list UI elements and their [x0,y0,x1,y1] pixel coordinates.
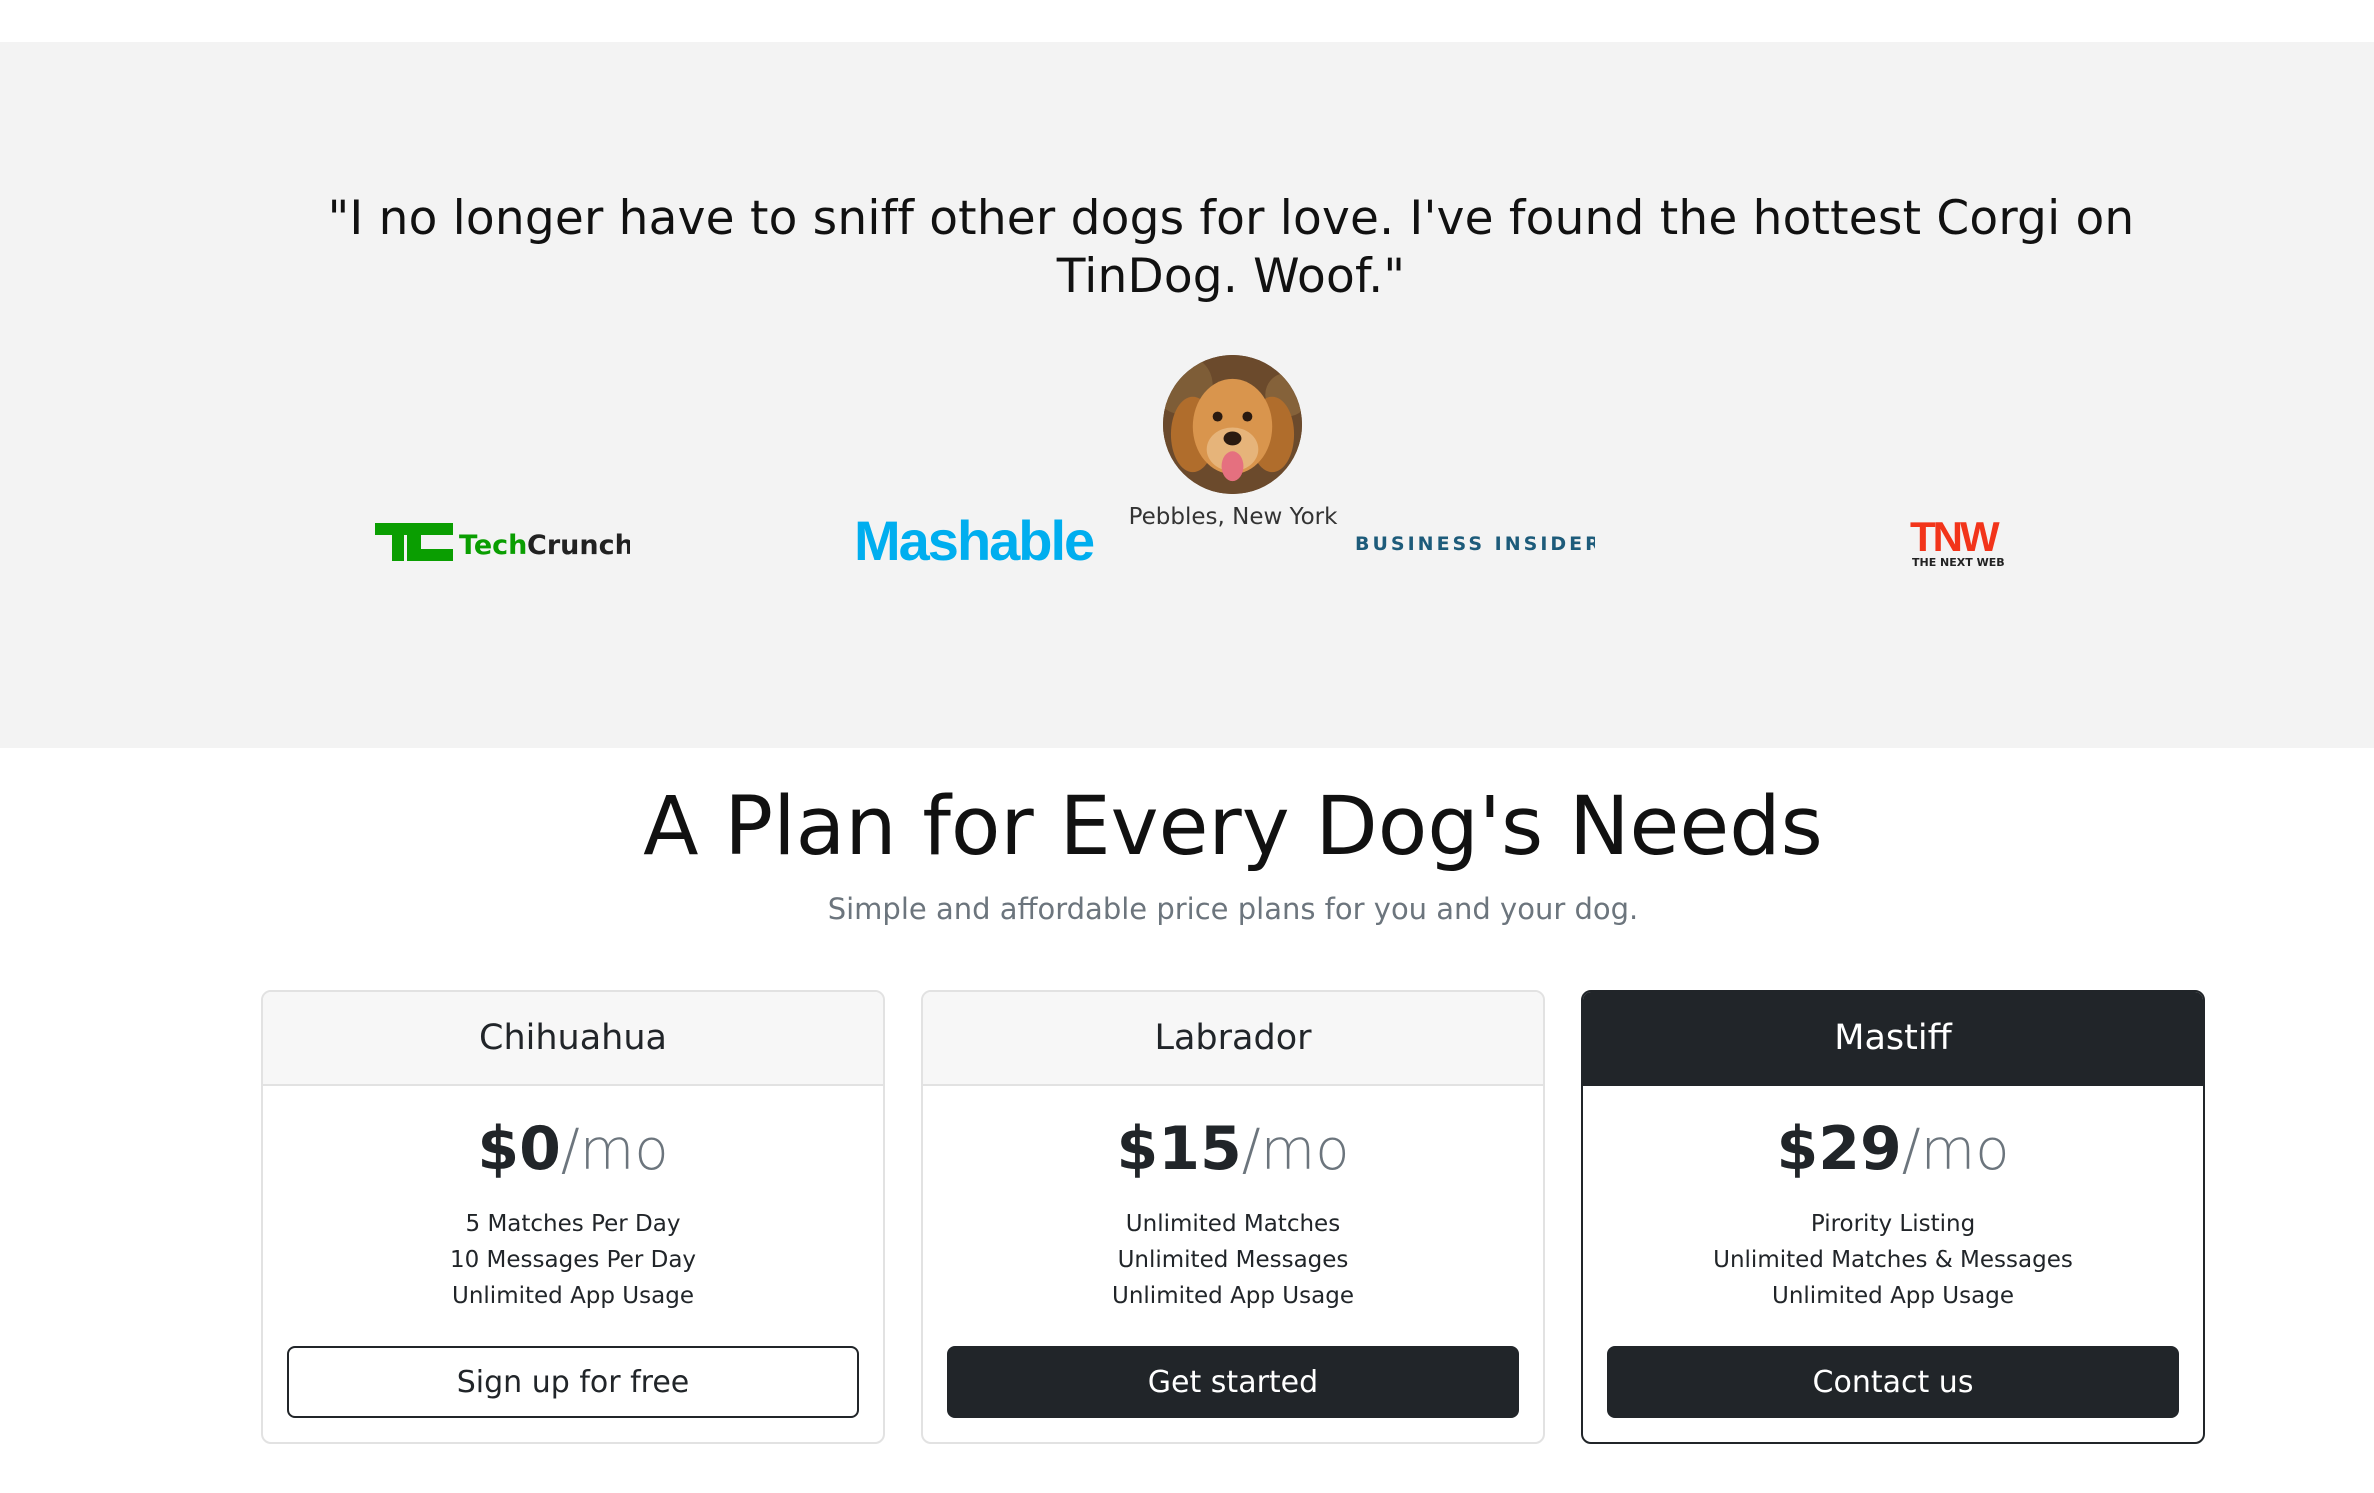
plan-price: $0/mo [263,1114,883,1186]
plan-card-labrador: Labrador $15/mo Unlimited Matches Unlimi… [921,990,1545,1444]
plan-name: Labrador [923,992,1543,1086]
plan-card-chihuahua: Chihuahua $0/mo 5 Matches Per Day 10 Mes… [261,990,885,1444]
plan-name: Mastiff [1583,992,2203,1086]
pricing-title: A Plan for Every Dog's Needs [643,780,1823,874]
plan-features: 5 Matches Per Day 10 Messages Per Day Un… [263,1206,883,1314]
plan-features: Unlimited Matches Unlimited Messages Unl… [923,1206,1543,1314]
golden-retriever-image [1163,355,1302,494]
plan-feature: Unlimited Matches & Messages [1713,1247,2073,1273]
plan-price-amount: $15 [1116,1114,1242,1184]
testimonial-quote: "I no longer have to sniff other dogs fo… [327,191,2135,304]
svg-text:TNW: TNW [1910,513,2000,560]
business-insider-logo: BUSINESS INSIDER [1355,527,1600,559]
svg-text:Mashable: Mashable [854,510,1094,572]
dog-avatar [1163,355,1302,494]
techcrunch-wordmark-tech: Tech [459,530,527,561]
contact-us-button[interactable]: Contact us [1607,1346,2179,1418]
mashable-logo: Mashable [854,509,1124,576]
plan-feature: Unlimited App Usage [1112,1283,1354,1309]
plan-price-amount: $29 [1776,1114,1902,1184]
plan-feature: Unlimited Messages [1117,1247,1349,1273]
techcrunch-logo: Tech Crunch [375,517,634,567]
plan-features: Pirority Listing Unlimited Matches & Mes… [1583,1206,2203,1314]
plan-price: $15/mo [923,1114,1543,1186]
plan-card-mastiff: Mastiff $29/mo Pirority Listing Unlimite… [1581,990,2205,1444]
plan-price-period: /mo [1241,1118,1350,1183]
svg-text:THE NEXT WEB: THE NEXT WEB [1912,556,2005,569]
pricing-subtitle: Simple and affordable price plans for yo… [827,892,1639,926]
plan-feature: 10 Messages Per Day [449,1247,697,1273]
techcrunch-wordmark-crunch: Crunch [527,530,630,561]
plan-name: Chihuahua [263,992,883,1086]
sign-up-free-button[interactable]: Sign up for free [287,1346,859,1418]
plan-feature: Unlimited App Usage [452,1283,694,1309]
plan-price-amount: $0 [477,1114,561,1184]
plan-feature: Unlimited Matches [1125,1211,1341,1237]
plan-feature: Unlimited App Usage [1772,1283,2014,1309]
plan-feature: 5 Matches Per Day [465,1211,681,1237]
tnw-logo: TNW THE NEXT WEB [1908,513,2018,573]
plan-feature: Pirority Listing [1810,1211,1976,1237]
plan-price-period: /mo [560,1118,669,1183]
testimonials-section: "I no longer have to sniff other dogs fo… [0,42,2374,748]
plan-price-period: /mo [1901,1118,2010,1183]
plan-price: $29/mo [1583,1114,2203,1186]
get-started-button[interactable]: Get started [947,1346,1519,1418]
svg-text:BUSINESS INSIDER: BUSINESS INSIDER [1355,533,1595,555]
top-strip [0,0,2374,42]
